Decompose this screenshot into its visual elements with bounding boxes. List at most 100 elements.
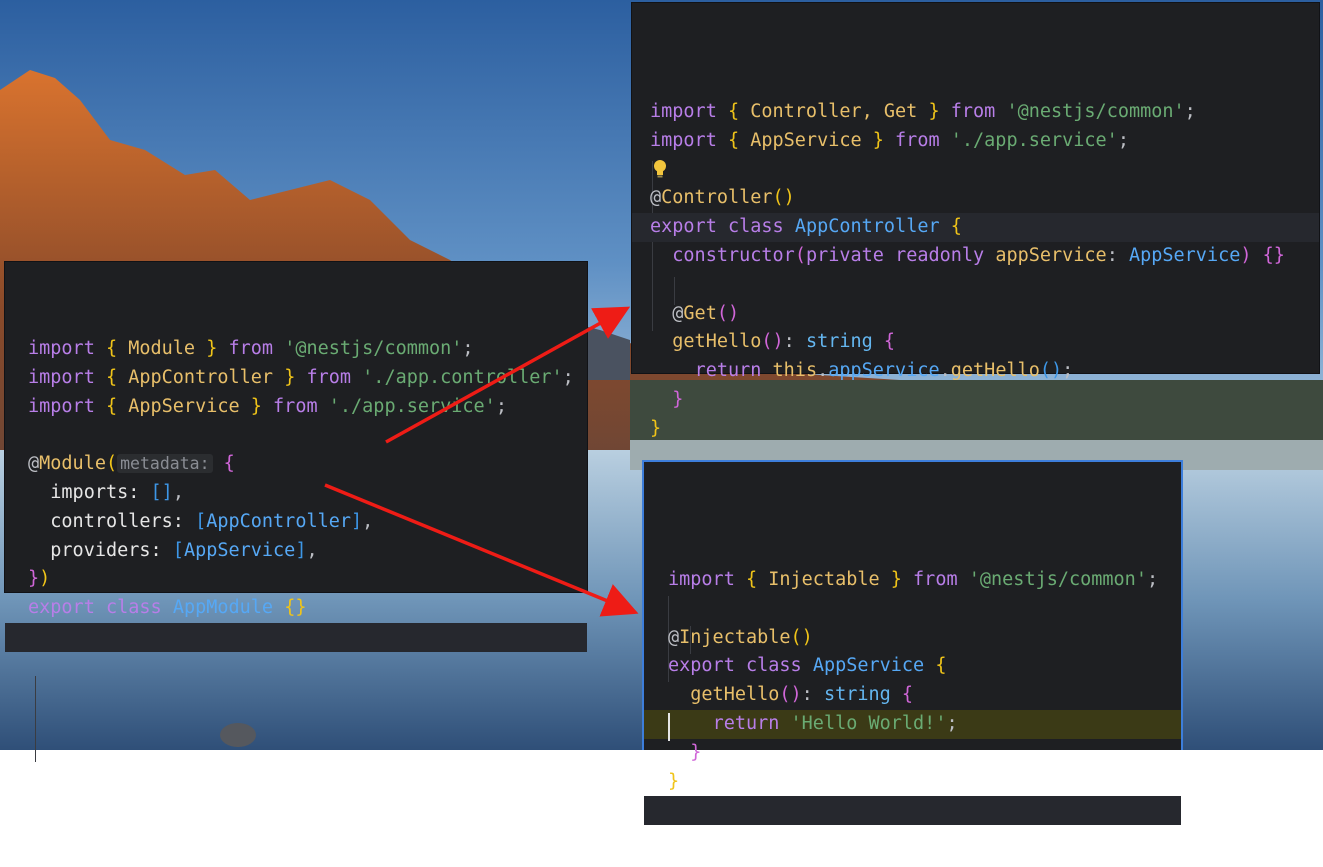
code-line[interactable]: controllers: [AppController],: [5, 508, 587, 537]
code-line[interactable]: return this.appService.getHello();: [632, 357, 1319, 386]
code-token: (): [772, 187, 795, 209]
code-line[interactable]: }: [632, 386, 1319, 415]
code-token: string: [805, 331, 873, 353]
code-line[interactable]: getHello(): string {: [644, 681, 1181, 710]
code-token: '@nestjs/common': [968, 569, 1147, 590]
indent-guide: [35, 676, 36, 762]
code-line[interactable]: import { AppController } from './app.con…: [5, 364, 587, 393]
code-line[interactable]: ​: [632, 271, 1319, 300]
code-line[interactable]: @Get(): [632, 300, 1319, 329]
code-token: .: [817, 360, 829, 382]
code-line[interactable]: export class AppService {: [644, 652, 1181, 681]
code-line[interactable]: @Module(metadata: {: [5, 450, 587, 479]
code-token: './app.service': [328, 395, 496, 417]
code-line[interactable]: }: [632, 415, 1319, 444]
code-line[interactable]: getHello(): string {: [632, 328, 1319, 357]
code-token: metadata:: [117, 454, 213, 474]
code-token: Injectable: [757, 569, 891, 590]
code-token: import: [650, 129, 717, 151]
code-token: ;: [1184, 101, 1196, 122]
code-line[interactable]: imports: [],: [5, 479, 587, 508]
code-line[interactable]: @Injectable(): [644, 624, 1181, 653]
code-token: ,: [362, 510, 374, 532]
code-token: ,: [172, 481, 184, 503]
code-token: AppService: [1128, 244, 1241, 266]
code-line[interactable]: import { Module } from '@nestjs/common';: [5, 335, 587, 364]
code-line[interactable]: }: [644, 739, 1181, 768]
code-token: from: [228, 338, 274, 359]
code-token: }: [206, 338, 218, 359]
code-line[interactable]: import { Controller, Get } from '@nestjs…: [632, 98, 1319, 127]
code-line[interactable]: ​: [644, 595, 1181, 624]
code-token: {: [105, 338, 118, 359]
code-token: import: [28, 395, 95, 417]
code-token: {: [950, 216, 962, 238]
code-token: }: [872, 129, 884, 151]
code-token: import: [650, 101, 717, 122]
code-line[interactable]: import { AppService } from './app.servic…: [632, 127, 1319, 156]
code-line[interactable]: import { AppService } from './app.servic…: [5, 393, 587, 422]
code-line[interactable]: export class AppController {: [632, 213, 1319, 242]
code-line[interactable]: }): [5, 565, 587, 594]
code-token: appService: [995, 244, 1107, 266]
code-line[interactable]: return 'Hello World!';: [644, 709, 1181, 739]
code-line[interactable]: ​: [644, 796, 1181, 826]
code-token: readonly: [895, 244, 985, 266]
controller-editor-panel[interactable]: import { Controller, Get } from '@nestjs…: [631, 2, 1320, 439]
code-token: AppService: [183, 539, 296, 561]
module-editor-panel[interactable]: import { Module } from '@nestjs/common';…: [4, 261, 588, 762]
code-token: }: [668, 770, 680, 792]
code-line[interactable]: providers: [AppService],: [5, 537, 587, 566]
service-editor-panel[interactable]: import { Injectable } from '@nestjs/comm…: [642, 460, 1183, 826]
code-token: return: [694, 360, 762, 382]
code-token: :: [801, 684, 824, 706]
code-token: this: [772, 360, 818, 382]
code-token: import: [668, 569, 735, 590]
code-token: from: [273, 395, 318, 417]
code-token: ): [39, 568, 51, 590]
code-token: }: [650, 417, 662, 439]
code-line[interactable]: ​: [5, 622, 587, 652]
code-token: }: [928, 101, 940, 122]
lightbulb-icon[interactable]: [653, 159, 667, 179]
code-token: ;: [1146, 569, 1159, 590]
code-token: from: [950, 101, 996, 122]
code-token: {}: [284, 597, 307, 619]
code-token: {: [727, 129, 740, 151]
code-line[interactable]: }: [644, 768, 1181, 797]
code-line[interactable]: ​: [632, 156, 1319, 185]
code-line[interactable]: ​: [5, 421, 587, 450]
code-line[interactable]: @Controller(): [632, 184, 1319, 213]
code-line[interactable]: constructor(private readonly appService:…: [632, 242, 1319, 271]
code-line[interactable]: export class AppModule {}: [5, 594, 587, 623]
code-token: import: [28, 338, 95, 359]
code-token: export: [668, 655, 735, 677]
controller-code-lines: import { Controller, Get } from '@nestjs…: [632, 98, 1319, 444]
code-token: appService: [828, 360, 940, 382]
code-token: {: [727, 101, 740, 122]
code-token: {: [901, 684, 914, 706]
code-token: string: [823, 684, 891, 706]
code-token: ;: [946, 712, 958, 734]
code-token: @: [668, 626, 680, 648]
code-line[interactable]: import { Injectable } from '@nestjs/comm…: [644, 566, 1181, 595]
code-token: @: [650, 187, 662, 209]
